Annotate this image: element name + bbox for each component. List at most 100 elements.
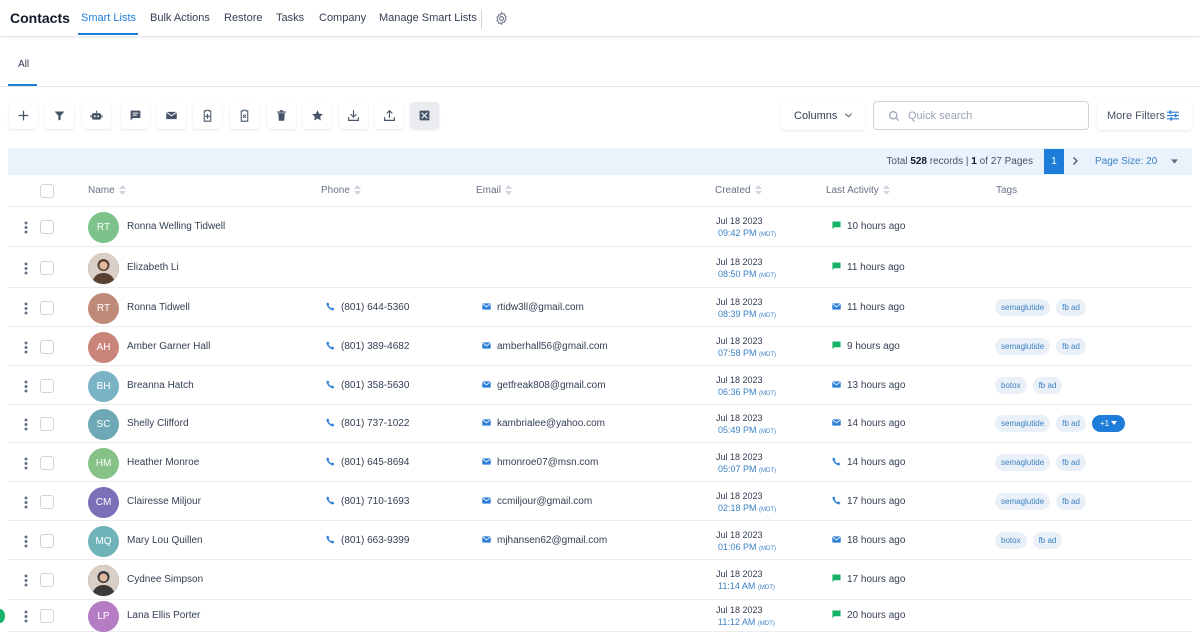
tab-manage-smart-lists[interactable]: Manage Smart Lists <box>379 12 477 24</box>
table-row[interactable]: HM Heather Monroe (801) 645-8694 hmonroe07@… <box>8 443 1192 482</box>
quick-search-box[interactable] <box>873 101 1089 130</box>
row-checkbox[interactable] <box>40 301 54 315</box>
avatar[interactable]: HM <box>88 448 119 479</box>
contact-email[interactable]: getfreak808@gmail.com <box>482 380 606 391</box>
tag[interactable]: botox <box>995 532 1027 549</box>
row-checkbox[interactable] <box>40 417 54 431</box>
row-checkbox[interactable] <box>40 340 54 354</box>
send-email-button[interactable] <box>157 102 186 129</box>
tag[interactable]: semaglutide <box>995 454 1051 471</box>
contact-email[interactable]: ccmiljour@gmail.com <box>482 496 592 507</box>
tag[interactable]: fb ad <box>1032 532 1063 549</box>
row-checkbox[interactable] <box>40 609 54 623</box>
avatar[interactable]: AH <box>88 332 119 363</box>
tag[interactable]: botox <box>995 377 1027 394</box>
tab-tasks[interactable]: Tasks <box>276 12 304 24</box>
row-checkbox[interactable] <box>40 261 54 275</box>
avatar[interactable] <box>88 253 119 284</box>
add-to-list-button[interactable] <box>193 102 222 129</box>
contact-phone[interactable]: (801) 389-4682 <box>326 341 409 352</box>
more-tags-button[interactable]: +1 <box>1091 415 1126 432</box>
contact-phone[interactable]: (801) 644-5360 <box>326 302 409 313</box>
tag[interactable]: fb ad <box>1056 299 1086 316</box>
tab-bulk-actions[interactable]: Bulk Actions <box>150 12 210 24</box>
row-menu-icon[interactable] <box>24 380 28 393</box>
chat-widget-edge[interactable] <box>0 609 5 623</box>
contact-email[interactable]: rtidw3ll@gmail.com <box>482 302 584 313</box>
contact-email[interactable]: mjhansen62@gmail.com <box>482 535 607 546</box>
table-row[interactable]: BH Breanna Hatch (801) 358-5630 getfreak808… <box>8 366 1192 405</box>
row-menu-icon[interactable] <box>24 457 28 470</box>
tag[interactable]: fb ad <box>1056 338 1086 355</box>
contact-name[interactable]: Cydnee Simpson <box>127 574 203 585</box>
table-row[interactable]: RT Ronna Tidwell (801) 644-5360 rtidw3ll@gm… <box>8 288 1192 327</box>
column-header-phone[interactable]: Phone <box>321 185 361 196</box>
row-checkbox[interactable] <box>40 456 54 470</box>
row-menu-icon[interactable] <box>24 221 28 234</box>
column-header-last-activity[interactable]: Last Activity <box>826 185 890 196</box>
contact-name[interactable]: Shelly Clifford <box>127 418 189 429</box>
contact-phone[interactable]: (801) 663-9399 <box>326 535 409 546</box>
contact-email[interactable]: hmonroe07@msn.com <box>482 457 598 468</box>
row-checkbox[interactable] <box>40 573 54 587</box>
avatar[interactable]: RT <box>88 293 119 324</box>
page-size-dropdown[interactable]: Page Size: 20 <box>1095 156 1178 167</box>
table-row[interactable]: CM Clairesse Miljour (801) 710-1693 ccmiljo… <box>8 482 1192 521</box>
avatar[interactable]: MQ <box>88 526 119 557</box>
contact-name[interactable]: Amber Garner Hall <box>127 341 210 352</box>
add-contact-button[interactable] <box>9 102 38 129</box>
tag[interactable]: semaglutide <box>995 493 1051 510</box>
favorite-button[interactable] <box>303 102 332 129</box>
table-row[interactable]: RT Ronna Welling Tidwell Jul 18 2023 09:42 … <box>8 207 1192 247</box>
row-menu-icon[interactable] <box>24 535 28 548</box>
avatar[interactable] <box>88 565 119 596</box>
row-checkbox[interactable] <box>40 495 54 509</box>
contact-email[interactable]: amberhall56@gmail.com <box>482 341 608 352</box>
avatar[interactable]: BH <box>88 371 119 402</box>
row-menu-icon[interactable] <box>24 610 28 623</box>
contact-email[interactable]: kambrialee@yahoo.com <box>482 418 605 429</box>
contact-name[interactable]: Elizabeth Li <box>127 262 179 273</box>
select-all-checkbox[interactable] <box>40 184 54 198</box>
tag[interactable]: semaglutide <box>995 338 1051 355</box>
row-checkbox[interactable] <box>40 379 54 393</box>
tab-restore[interactable]: Restore <box>224 12 263 24</box>
row-checkbox[interactable] <box>40 220 54 234</box>
chevron-right-icon[interactable] <box>1070 156 1080 166</box>
gear-icon[interactable] <box>494 11 509 26</box>
contact-name[interactable]: Ronna Welling Tidwell <box>127 221 225 232</box>
contact-name[interactable]: Breanna Hatch <box>127 380 194 391</box>
import-button[interactable] <box>375 102 404 129</box>
contact-phone[interactable]: (801) 358-5630 <box>326 380 409 391</box>
contact-name[interactable]: Clairesse Miljour <box>127 496 201 507</box>
tab-smart-lists[interactable]: Smart Lists <box>81 12 136 24</box>
contact-name[interactable]: Mary Lou Quillen <box>127 535 203 546</box>
automation-button[interactable] <box>82 102 111 129</box>
tag[interactable]: semaglutide <box>995 299 1051 316</box>
contact-name[interactable]: Ronna Tidwell <box>127 302 190 313</box>
export-button[interactable] <box>339 102 368 129</box>
avatar[interactable]: RT <box>88 212 119 243</box>
row-menu-icon[interactable] <box>24 496 28 509</box>
tag[interactable]: semaglutide <box>995 415 1051 432</box>
merge-button[interactable] <box>410 102 439 129</box>
filter-button[interactable] <box>45 102 74 129</box>
more-filters-button[interactable]: More Filters <box>1097 101 1192 130</box>
column-header-created[interactable]: Created <box>715 185 762 196</box>
table-row[interactable]: Cydnee Simpson Jul 18 2023 11:14 AM (MDT) 1… <box>8 560 1192 600</box>
table-row[interactable]: MQ Mary Lou Quillen (801) 663-9399 mjhansen… <box>8 521 1192 560</box>
table-row[interactable]: AH Amber Garner Hall (801) 389-4682 amberha… <box>8 327 1192 366</box>
quick-search-input[interactable] <box>908 106 1078 125</box>
tag[interactable]: fb ad <box>1056 493 1086 510</box>
avatar[interactable]: SC <box>88 409 119 440</box>
column-header-name[interactable]: Name <box>88 185 126 196</box>
table-row[interactable]: LP Lana Ellis Porter Jul 18 2023 11:12 AM (… <box>8 600 1192 632</box>
tag[interactable]: fb ad <box>1056 454 1086 471</box>
table-row[interactable]: SC Shelly Clifford (801) 737-1022 kambriale… <box>8 405 1192 443</box>
contact-phone[interactable]: (801) 645-8694 <box>326 457 409 468</box>
row-menu-icon[interactable] <box>24 262 28 275</box>
row-checkbox[interactable] <box>40 534 54 548</box>
remove-from-list-button[interactable] <box>230 102 259 129</box>
tab-all[interactable]: All <box>18 59 29 70</box>
contact-name[interactable]: Lana Ellis Porter <box>127 610 200 621</box>
